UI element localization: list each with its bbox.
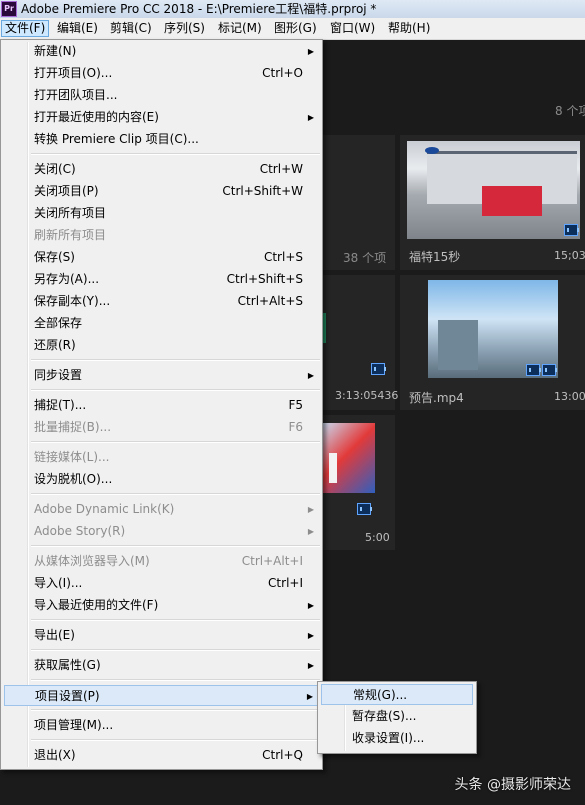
submenu-arrow-icon: ▶ [307, 505, 314, 514]
audio-video-badge-icon [371, 363, 386, 375]
menu-edit[interactable]: 编辑(E) [54, 20, 101, 37]
title-bar: Pr Adobe Premiere Pro CC 2018 - E:\Premi… [0, 0, 585, 19]
menu-item-save-as[interactable]: 另存为(A)... Ctrl+Shift+S [4, 269, 319, 290]
watermark-text: 头条 @摄影师荣达 [454, 777, 571, 793]
submenu-arrow-icon: ▶ [307, 631, 314, 640]
item-count-left: 38 个项 [343, 251, 387, 265]
menu-item-close[interactable]: 关闭(C) Ctrl+W [4, 159, 319, 180]
menu-item-refresh-all: 刷新所有项目 [34, 228, 107, 242]
clip-name: 福特15秒 [409, 250, 461, 264]
menu-item-open-recent[interactable]: 打开最近使用的内容(E) ▶ [4, 107, 319, 128]
menu-bar: 文件(F) 编辑(E) 剪辑(C) 序列(S) 标记(M) 图形(G) 窗口(W… [0, 18, 585, 40]
menu-separator [31, 709, 320, 711]
menu-window[interactable]: 窗口(W) [327, 20, 378, 37]
partial-tile-3: 5:00 [323, 415, 395, 550]
menu-separator [31, 545, 320, 547]
partial-duration-bottom: 5:00 [365, 531, 390, 544]
menu-item-import-recent[interactable]: 导入最近使用的文件(F) ▶ [4, 595, 319, 616]
menu-file[interactable]: 文件(F) [1, 20, 50, 37]
menu-item-save-copy[interactable]: 保存副本(Y)... Ctrl+Alt+S [4, 291, 319, 312]
video-badge-icon [357, 503, 372, 515]
menu-item-project-manager[interactable]: 项目管理(M)... [4, 715, 319, 736]
menu-item-get-properties[interactable]: 获取属性(G) ▶ [4, 655, 319, 676]
menu-item-close-project[interactable]: 关闭项目(P) Ctrl+Shift+W [4, 181, 319, 202]
partial-tile-2: 3:13:05436 [323, 275, 399, 410]
file-menu-dropdown: 新建(N) ▶ 打开项目(O)... Ctrl+O 打开团队项目... 打开最近使用… [0, 39, 323, 770]
submenu-arrow-icon: ▶ [307, 601, 314, 610]
clip-name: 预告.mp4 [409, 391, 464, 405]
submenu-item-scratch-disks[interactable]: 暂存盘(S)... [321, 706, 473, 727]
menu-item-new[interactable]: 新建(N) ▶ [4, 41, 319, 62]
submenu-arrow-icon: ▶ [307, 527, 314, 536]
audio-video-badge-icon [526, 364, 541, 376]
submenu-item-ingest-settings[interactable]: 收录设置(I)... [321, 728, 473, 749]
menu-item-convert-clip[interactable]: 转换 Premiere Clip 项目(C)... [4, 129, 319, 150]
partial-tile-1: 38 个项 [323, 135, 395, 270]
submenu-item-general[interactable]: 常规(G)... [321, 684, 473, 705]
menu-item-save-all[interactable]: 全部保存 [4, 313, 319, 334]
submenu-arrow-icon: ▶ [307, 47, 314, 56]
menu-clip[interactable]: 剪辑(C) [107, 20, 155, 37]
menu-help[interactable]: 帮助(H) [385, 20, 433, 37]
clip-duration: 13:00 [554, 390, 585, 403]
menu-separator [31, 359, 320, 361]
menu-item-import[interactable]: 导入(I)... Ctrl+I [4, 573, 319, 594]
menu-item-revert[interactable]: 还原(R) [4, 335, 319, 356]
clip-tile-ford[interactable]: 福特15秒 15;03 [400, 135, 585, 270]
menu-marker[interactable]: 标记(M) [215, 20, 265, 37]
menu-item-exit[interactable]: 退出(X) Ctrl+Q [4, 745, 319, 766]
menu-item-project-settings[interactable]: 项目设置(P) ▶ [4, 685, 319, 706]
menu-item-adobe-story: Adobe Story(R) ▶ [4, 521, 319, 542]
menu-item-export[interactable]: 导出(E) ▶ [4, 625, 319, 646]
menu-item-save[interactable]: 保存(S) Ctrl+S [4, 247, 319, 268]
menu-item-open-team-project[interactable]: 打开团队项目... [4, 85, 319, 106]
menu-separator [31, 493, 320, 495]
menu-separator [31, 649, 320, 651]
menu-separator [31, 739, 320, 741]
menu-item-open-project[interactable]: 打开项目(O)... Ctrl+O [4, 63, 319, 84]
menu-graphics[interactable]: 图形(G) [271, 20, 320, 37]
menu-item-dynamic-link: Adobe Dynamic Link(K) ▶ [4, 499, 319, 520]
submenu-arrow-icon: ▶ [307, 113, 314, 122]
menu-item-batch-capture: 批量捕捉(B)... F6 [34, 420, 303, 434]
video-badge-icon [564, 224, 579, 236]
premiere-app-icon: Pr [1, 1, 17, 17]
menu-sequence[interactable]: 序列(S) [161, 20, 208, 37]
clip-duration: 15;03 [554, 249, 585, 262]
menu-item-link-media: 链接媒体(L)... [34, 450, 110, 464]
menu-item-import-media-browser: 从媒体浏览器导入(M) Ctrl+Alt+I [34, 554, 303, 568]
window-title: Adobe Premiere Pro CC 2018 - E:\Premiere… [21, 2, 377, 16]
menu-item-close-all-projects[interactable]: 关闭所有项目 [4, 203, 319, 224]
partial-thumbnail [323, 423, 375, 493]
partial-duration-left: 3:13:05436 [335, 389, 399, 402]
menu-separator [31, 389, 320, 391]
project-settings-submenu: 常规(G)... 暂存盘(S)... 收录设置(I)... [317, 681, 477, 754]
submenu-arrow-icon: ▶ [307, 661, 314, 670]
menu-separator [31, 153, 320, 155]
clip-thumbnail [407, 141, 580, 239]
menu-separator [31, 679, 320, 681]
video-badge-icon [542, 364, 557, 376]
submenu-arrow-icon: ▶ [307, 371, 314, 380]
submenu-arrow-icon: ▶ [306, 692, 313, 701]
menu-item-make-offline[interactable]: 设为脱机(O)... [4, 469, 319, 490]
menu-item-capture[interactable]: 捕捉(T)... F5 [4, 395, 319, 416]
menu-separator [31, 441, 320, 443]
item-count-right: 8 个项 [555, 104, 585, 118]
clip-tile-trailer[interactable]: 预告.mp4 13:00 [400, 275, 585, 410]
menu-item-sync-settings[interactable]: 同步设置 ▶ [4, 365, 319, 386]
menu-separator [31, 619, 320, 621]
